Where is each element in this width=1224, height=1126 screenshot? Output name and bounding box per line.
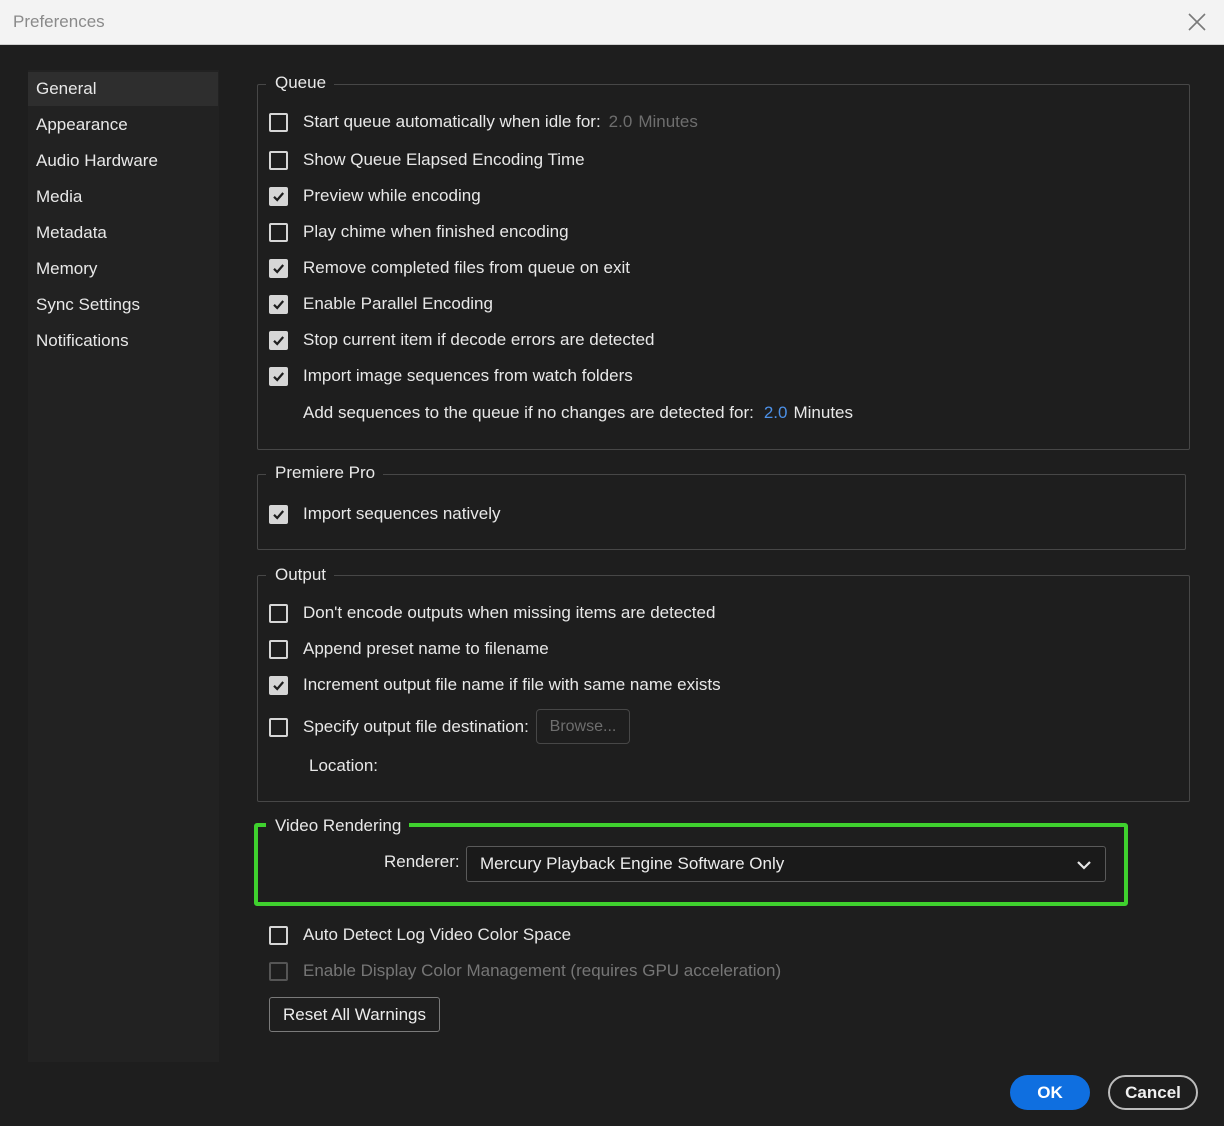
append-preset-label: Append preset name to filename <box>303 639 549 658</box>
dont-encode-row: Don't encode outputs when missing items … <box>269 601 715 625</box>
sidebar-item-media[interactable]: Media <box>28 180 218 214</box>
increment-label: Increment output file name if file with … <box>303 675 721 694</box>
append-preset-checkbox[interactable] <box>269 639 288 659</box>
reset-warnings-button[interactable]: Reset All Warnings <box>269 997 440 1032</box>
check-icon <box>273 509 285 520</box>
dont-encode-label: Don't encode outputs when missing items … <box>303 603 716 622</box>
sidebar-item-metadata[interactable]: Metadata <box>28 216 218 250</box>
remove-completed-row: Remove completed files from queue on exi… <box>269 256 630 280</box>
preview-label: Preview while encoding <box>303 186 481 205</box>
increment-row: Increment output file name if file with … <box>269 673 721 697</box>
append-preset-row: Append preset name to filename <box>269 637 549 661</box>
renderer-selected-value: Mercury Playback Engine Software Only <box>480 854 785 873</box>
sidebar-item-audio-hardware[interactable]: Audio Hardware <box>28 144 218 178</box>
specify-dest-row: Specify output file destination: <box>269 715 529 739</box>
chime-label: Play chime when finished encoding <box>303 222 569 241</box>
ok-button[interactable]: OK <box>1010 1075 1090 1110</box>
show-elapsed-checkbox[interactable] <box>269 150 288 170</box>
add-sequences-minutes-field[interactable]: 2.0 <box>764 403 788 423</box>
check-icon <box>273 299 285 310</box>
check-icon <box>273 371 285 382</box>
sidebar-item-sync-settings[interactable]: Sync Settings <box>28 288 218 322</box>
check-icon <box>273 335 285 346</box>
premiere-legend: Premiere Pro <box>266 462 384 484</box>
dont-encode-checkbox[interactable] <box>269 603 288 623</box>
check-icon <box>273 680 285 691</box>
chevron-down-icon <box>1077 861 1091 870</box>
import-sequences-label: Import image sequences from watch folder… <box>303 366 633 385</box>
import-native-label: Import sequences natively <box>303 504 501 523</box>
auto-detect-row: Auto Detect Log Video Color Space <box>269 923 571 947</box>
video-rendering-legend: Video Rendering <box>266 815 410 837</box>
import-sequences-checkbox[interactable] <box>269 366 288 386</box>
remove-completed-label: Remove completed files from queue on exi… <box>303 258 630 277</box>
specify-dest-label: Specify output file destination: <box>303 717 529 736</box>
output-legend: Output <box>266 564 335 586</box>
stop-decode-checkbox[interactable] <box>269 330 288 350</box>
queue-legend: Queue <box>266 72 335 94</box>
window-title: Preferences <box>13 12 105 31</box>
add-sequences-label: Add sequences to the queue if no changes… <box>303 403 754 422</box>
stop-decode-label: Stop current item if decode errors are d… <box>303 330 655 349</box>
close-icon[interactable] <box>1184 9 1210 35</box>
display-color-checkbox <box>269 961 288 981</box>
show-elapsed-label: Show Queue Elapsed Encoding Time <box>303 150 585 169</box>
start-queue-label: Start queue automatically when idle for: <box>303 112 601 131</box>
display-color-row: Enable Display Color Management (require… <box>269 959 781 983</box>
import-native-checkbox[interactable] <box>269 504 288 524</box>
sidebar: General Appearance Audio Hardware Media … <box>28 70 219 1062</box>
display-color-label: Enable Display Color Management (require… <box>303 961 782 980</box>
start-queue-checkbox[interactable] <box>269 112 288 132</box>
location-label: Location: <box>309 756 378 775</box>
import-native-row: Import sequences natively <box>269 502 501 526</box>
start-queue-row: Start queue automatically when idle for:… <box>269 110 698 134</box>
title-bar: Preferences <box>0 0 1224 45</box>
remove-completed-checkbox[interactable] <box>269 258 288 278</box>
add-sequences-row: Add sequences to the queue if no changes… <box>303 401 853 425</box>
renderer-label: Renderer: <box>384 852 460 871</box>
chime-checkbox[interactable] <box>269 222 288 242</box>
add-sequences-unit: Minutes <box>793 403 853 422</box>
stop-decode-row: Stop current item if decode errors are d… <box>269 328 655 352</box>
renderer-select[interactable]: Mercury Playback Engine Software Only <box>466 846 1106 882</box>
increment-checkbox[interactable] <box>269 675 288 695</box>
check-icon <box>273 263 285 274</box>
check-icon <box>273 191 285 202</box>
cancel-button[interactable]: Cancel <box>1108 1075 1198 1110</box>
parallel-label: Enable Parallel Encoding <box>303 294 493 313</box>
parallel-row: Enable Parallel Encoding <box>269 292 493 316</box>
show-elapsed-row: Show Queue Elapsed Encoding Time <box>269 148 585 172</box>
sidebar-item-appearance[interactable]: Appearance <box>28 108 218 142</box>
sidebar-item-memory[interactable]: Memory <box>28 252 218 286</box>
preview-row: Preview while encoding <box>269 184 481 208</box>
browse-button[interactable]: Browse... <box>536 709 630 744</box>
specify-dest-checkbox[interactable] <box>269 717 288 737</box>
idle-minutes-field: 2.0 Minutes <box>608 112 698 131</box>
auto-detect-checkbox[interactable] <box>269 925 288 945</box>
import-sequences-row: Import image sequences from watch folder… <box>269 364 633 388</box>
parallel-checkbox[interactable] <box>269 294 288 314</box>
auto-detect-label: Auto Detect Log Video Color Space <box>303 925 572 944</box>
sidebar-item-notifications[interactable]: Notifications <box>28 324 218 358</box>
preview-checkbox[interactable] <box>269 186 288 206</box>
chime-row: Play chime when finished encoding <box>269 220 569 244</box>
sidebar-item-general[interactable]: General <box>28 72 218 106</box>
